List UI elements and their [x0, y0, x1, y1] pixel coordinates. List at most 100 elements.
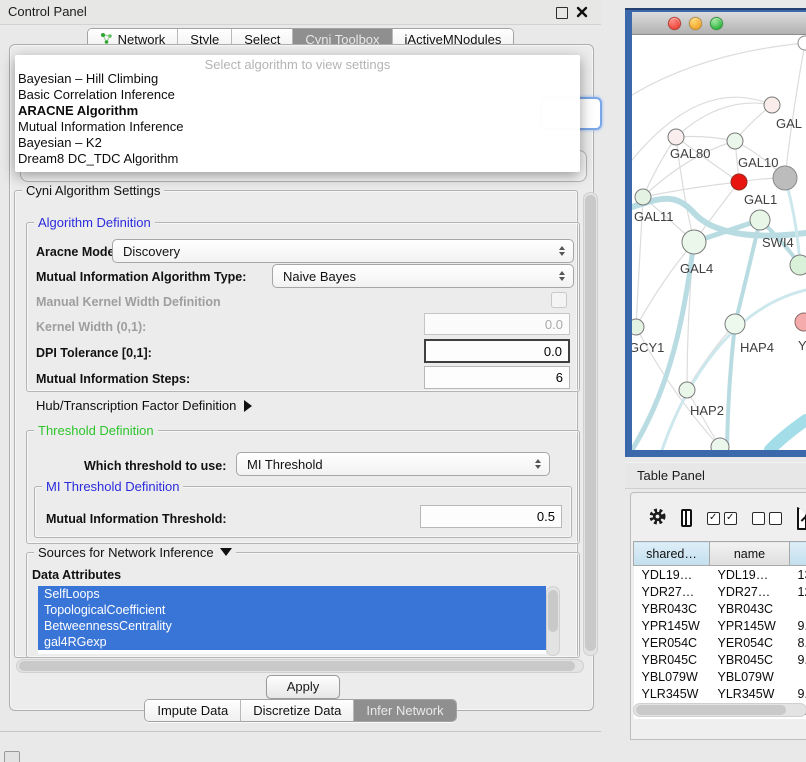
- table-cell: YBL079W: [634, 668, 710, 685]
- table-horizontal-scrollbar[interactable]: [633, 703, 806, 717]
- attributes-scrollbar-thumb[interactable]: [548, 590, 558, 632]
- network-node-gcy1[interactable]: [632, 319, 644, 335]
- table-row[interactable]: YPR145WYPR145W9.: [634, 617, 806, 634]
- table-horizontal-scrollbar-thumb[interactable]: [636, 705, 786, 715]
- column-header[interactable]: name: [710, 542, 790, 566]
- bottom-tab-infer-network[interactable]: Infer Network: [354, 700, 455, 721]
- float-window-icon[interactable]: [556, 7, 568, 19]
- mi-algorithm-type-combobox[interactable]: Naive Bayes: [272, 264, 574, 288]
- table-cell: YBL079W: [710, 668, 790, 685]
- mac-close-icon[interactable]: [668, 17, 681, 30]
- stepper-icon: [529, 459, 549, 469]
- dpi-tolerance-label: DPI Tolerance [0,1]:: [36, 346, 152, 360]
- settings-horizontal-scrollbar-thumb[interactable]: [19, 661, 575, 671]
- network-window-titlebar[interactable]: [632, 12, 806, 35]
- table-cell: [790, 600, 806, 617]
- network-node-gal4[interactable]: [682, 230, 706, 254]
- network-node-hap2[interactable]: [679, 382, 695, 398]
- network-node-y[interactable]: [795, 313, 806, 331]
- close-icon[interactable]: [575, 5, 589, 19]
- algorithm-option[interactable]: Basic Correlation Inference: [15, 87, 580, 103]
- collapsed-panel-icon[interactable]: [4, 751, 20, 762]
- network-edge[interactable]: [687, 390, 720, 447]
- which-threshold-combobox[interactable]: MI Threshold: [236, 452, 550, 476]
- mi-steps-field[interactable]: [424, 366, 570, 389]
- manual-kernel-width-checkbox[interactable]: [551, 292, 567, 308]
- settings-vertical-scrollbar-thumb[interactable]: [585, 195, 596, 651]
- attribute-item[interactable]: gal4RGexp: [38, 634, 546, 650]
- mac-zoom-icon[interactable]: [710, 17, 723, 30]
- network-node[interactable]: [790, 255, 806, 275]
- algorithm-option[interactable]: ARACNE Algorithm: [15, 103, 580, 119]
- mi-threshold-label: Mutual Information Threshold:: [46, 512, 227, 526]
- table-panel: ✓✓ shared…name YDL19…YDL19…13YDR27…YDR27…: [630, 492, 806, 740]
- cyni-algorithm-settings-label: Cyni Algorithm Settings: [22, 184, 164, 197]
- network-canvas[interactable]: GALGAL80GAL10GAL1GAL11SWI4GAL4GCY1HAP4YH…: [632, 35, 806, 450]
- hub-factor-expander[interactable]: Hub/Transcription Factor Definition: [36, 398, 252, 413]
- network-node-label: GAL11: [634, 209, 674, 224]
- settings-horizontal-scrollbar[interactable]: [16, 659, 584, 673]
- table-cell: YPR145W: [634, 617, 710, 634]
- network-node-label: SWI4: [762, 235, 794, 250]
- algorithm-definition-label: Algorithm Definition: [34, 216, 155, 229]
- column-header[interactable]: [790, 542, 806, 566]
- apply-button[interactable]: Apply: [266, 675, 340, 699]
- algorithm-option[interactable]: Bayesian – K2: [15, 135, 580, 151]
- network-edge[interactable]: [632, 43, 805, 95]
- network-node-gal[interactable]: [764, 97, 780, 113]
- settings-vertical-scrollbar[interactable]: [583, 192, 598, 656]
- cyni-bottom-tab-bar: Impute DataDiscretize DataInfer Network: [0, 699, 601, 722]
- algorithm-option[interactable]: Dream8 DC_TDC Algorithm: [15, 151, 580, 167]
- network-node-gal80[interactable]: [668, 129, 684, 145]
- column-header[interactable]: shared…: [634, 542, 710, 566]
- manual-kernel-width-label: Manual Kernel Width Definition: [36, 295, 221, 309]
- checked-boxes-icon[interactable]: ✓✓: [707, 512, 737, 525]
- table-cell: YPR145W: [710, 617, 790, 634]
- network-node-gal10[interactable]: [727, 133, 743, 149]
- dpi-tolerance-field[interactable]: [424, 339, 570, 363]
- algorithm-option[interactable]: Mutual Information Inference: [15, 119, 580, 135]
- table-row[interactable]: YER054CYER054C8.: [634, 634, 806, 651]
- table-row[interactable]: YDL19…YDL19…13: [634, 566, 806, 584]
- network-node-label: GAL: [776, 116, 802, 131]
- attribute-item[interactable]: TopologicalCoefficient: [38, 602, 546, 618]
- aracne-mode-combobox[interactable]: Discovery: [112, 239, 574, 263]
- bottom-tab-impute-data[interactable]: Impute Data: [145, 700, 241, 721]
- application-root: Control Panel NetworkStyleSelectCyni Too…: [0, 0, 806, 762]
- bottom-tab-discretize-data[interactable]: Discretize Data: [241, 700, 354, 721]
- gear-icon[interactable]: [649, 508, 666, 528]
- mi-threshold-field[interactable]: [420, 505, 562, 528]
- table-row[interactable]: YLR345WYLR345W9.: [634, 685, 806, 702]
- network-edge[interactable]: [676, 137, 735, 142]
- network-node-label: GCY1: [632, 340, 664, 355]
- network-edge[interactable]: [785, 43, 805, 178]
- attribute-item[interactable]: SelfLoops: [38, 586, 546, 602]
- split-columns-icon[interactable]: [681, 509, 692, 527]
- stepper-icon: [553, 246, 573, 256]
- mi-threshold-definition-label: MI Threshold Definition: [42, 480, 183, 493]
- attributes-vertical-scrollbar[interactable]: [546, 586, 560, 656]
- unchecked-boxes-icon[interactable]: [752, 512, 782, 525]
- algorithm-option[interactable]: Bayesian – Hill Climbing: [15, 71, 580, 87]
- network-node-hap4[interactable]: [725, 314, 745, 334]
- attribute-item[interactable]: BetweennessCentrality: [38, 618, 546, 634]
- table-row[interactable]: YBR045CYBR045C9.: [634, 651, 806, 668]
- network-node[interactable]: [798, 36, 806, 50]
- kernel-width-field[interactable]: [424, 313, 570, 335]
- network-edge[interactable]: [727, 324, 735, 450]
- mac-minimize-icon[interactable]: [689, 17, 702, 30]
- network-edge[interactable]: [676, 103, 772, 137]
- network-node-gal11[interactable]: [635, 189, 651, 205]
- table-cell: YDR27…: [710, 583, 790, 600]
- network-edge[interactable]: [770, 420, 806, 450]
- table-row[interactable]: YDR27…YDR27…12: [634, 583, 806, 600]
- network-node-swi4[interactable]: [750, 210, 770, 230]
- file-icon[interactable]: [797, 507, 806, 530]
- network-node[interactable]: [773, 166, 797, 190]
- table-row[interactable]: YBR043CYBR043C: [634, 600, 806, 617]
- sources-expander[interactable]: Sources for Network Inference: [34, 546, 236, 559]
- which-threshold-label: Which threshold to use:: [84, 459, 226, 473]
- table-row[interactable]: YBL079WYBL079W: [634, 668, 806, 685]
- table-cell: 12: [790, 583, 806, 600]
- network-node-gal1[interactable]: [731, 174, 747, 190]
